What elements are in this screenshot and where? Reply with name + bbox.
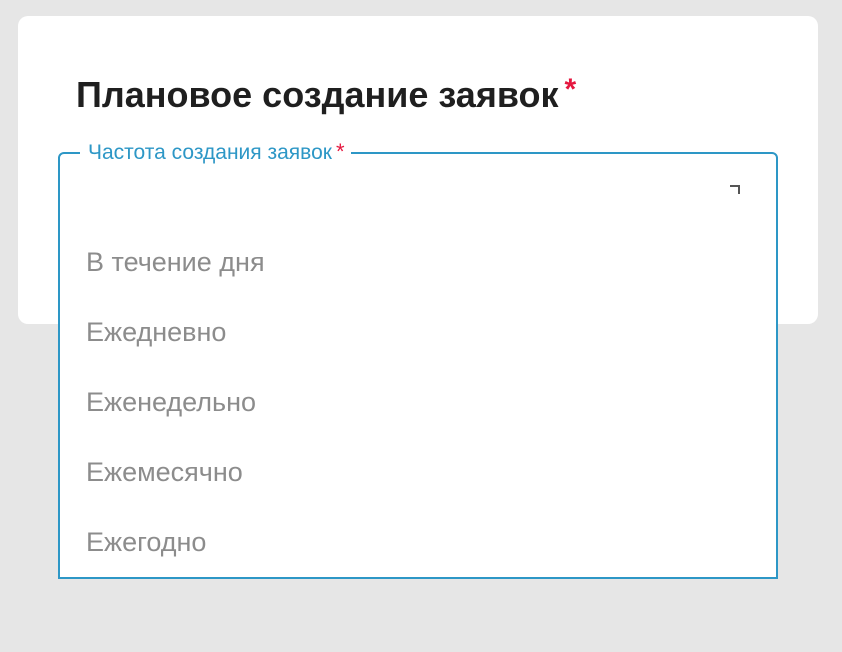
option-yearly[interactable]: Ежегодно [60,507,776,577]
required-asterisk: * [564,73,577,106]
frequency-dropdown-list: В течение дня Ежедневно Еженедельно Ежем… [58,227,778,579]
frequency-select-label-text: Частота создания заявок [88,141,332,164]
frequency-select-label: Частота создания заявок * [80,139,351,166]
option-monthly[interactable]: Ежемесячно [60,437,776,507]
card-title: Плановое создание заявок * [76,66,576,119]
option-during-day[interactable]: В течение дня [60,227,776,297]
option-weekly[interactable]: Еженедельно [60,367,776,437]
chevron-icon[interactable] [730,185,740,194]
frequency-select[interactable]: Частота создания заявок * [58,139,778,229]
card-title-text: Плановое создание заявок [76,74,559,115]
required-asterisk: * [335,139,345,164]
option-daily[interactable]: Ежедневно [60,297,776,367]
